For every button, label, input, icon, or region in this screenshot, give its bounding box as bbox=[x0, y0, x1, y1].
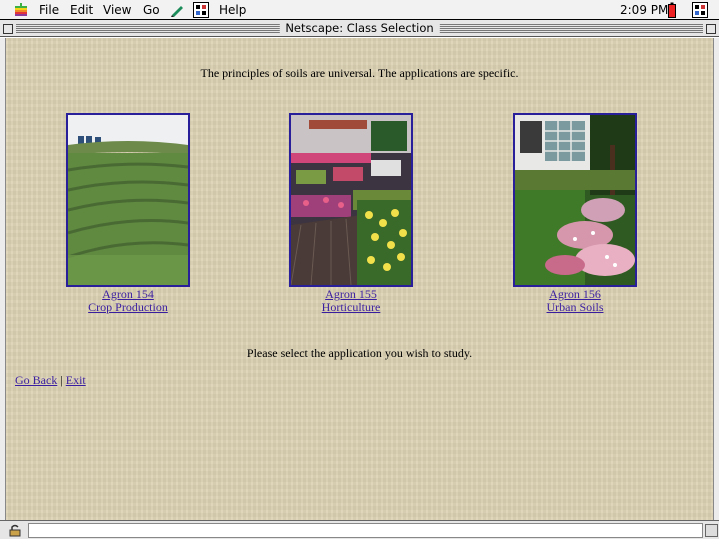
menu-bar: File Edit View Go Help 2:09 PM bbox=[0, 0, 719, 20]
menu-file[interactable]: File bbox=[39, 2, 59, 18]
crop-production-link[interactable]: Crop Production bbox=[48, 301, 208, 314]
menu-help[interactable]: Help bbox=[219, 2, 246, 18]
bottom-navigation: Go Back | Exit bbox=[15, 373, 86, 388]
go-back-link[interactable]: Go Back bbox=[15, 373, 57, 387]
horticulture-photo[interactable] bbox=[289, 113, 413, 287]
window-title-bar[interactable]: Netscape: Class Selection bbox=[0, 20, 719, 37]
crop-field-photo[interactable] bbox=[66, 113, 190, 287]
urban-soils-photo[interactable] bbox=[513, 113, 637, 287]
menu-go[interactable]: Go bbox=[143, 2, 160, 18]
status-message-field bbox=[28, 523, 703, 538]
battery-icon bbox=[668, 2, 676, 18]
status-bar bbox=[0, 520, 719, 539]
class-card-agron-155: Agron 155 Horticulture bbox=[271, 113, 431, 314]
page-tagline: The principles of soils are universal. T… bbox=[200, 66, 519, 80]
application-grid-icon[interactable] bbox=[193, 2, 209, 18]
close-box[interactable] bbox=[3, 24, 13, 34]
menu-view[interactable]: View bbox=[103, 2, 131, 18]
page-content: The principles of soils are universal. T… bbox=[6, 38, 713, 520]
urban-soils-link[interactable]: Urban Soils bbox=[495, 301, 655, 314]
class-card-agron-154: Agron 154 Crop Production bbox=[48, 113, 208, 314]
pencil-icon[interactable] bbox=[170, 3, 184, 17]
horticulture-link[interactable]: Horticulture bbox=[271, 301, 431, 314]
selection-prompt: Please select the application you wish t… bbox=[246, 346, 473, 360]
menu-edit[interactable]: Edit bbox=[70, 2, 93, 18]
resize-handle[interactable] bbox=[705, 524, 718, 537]
window-title: Netscape: Class Selection bbox=[279, 21, 440, 36]
class-card-agron-156: Agron 156 Urban Soils bbox=[495, 113, 655, 314]
security-lock-icon[interactable] bbox=[8, 524, 22, 537]
application-menu-icon[interactable] bbox=[692, 2, 708, 18]
menu-clock[interactable]: 2:09 PM bbox=[620, 2, 668, 18]
exit-link[interactable]: Exit bbox=[66, 373, 86, 387]
zoom-box[interactable] bbox=[706, 24, 716, 34]
nav-separator: | bbox=[60, 373, 63, 387]
window-right-border bbox=[713, 38, 719, 520]
apple-menu-icon[interactable] bbox=[14, 3, 28, 17]
